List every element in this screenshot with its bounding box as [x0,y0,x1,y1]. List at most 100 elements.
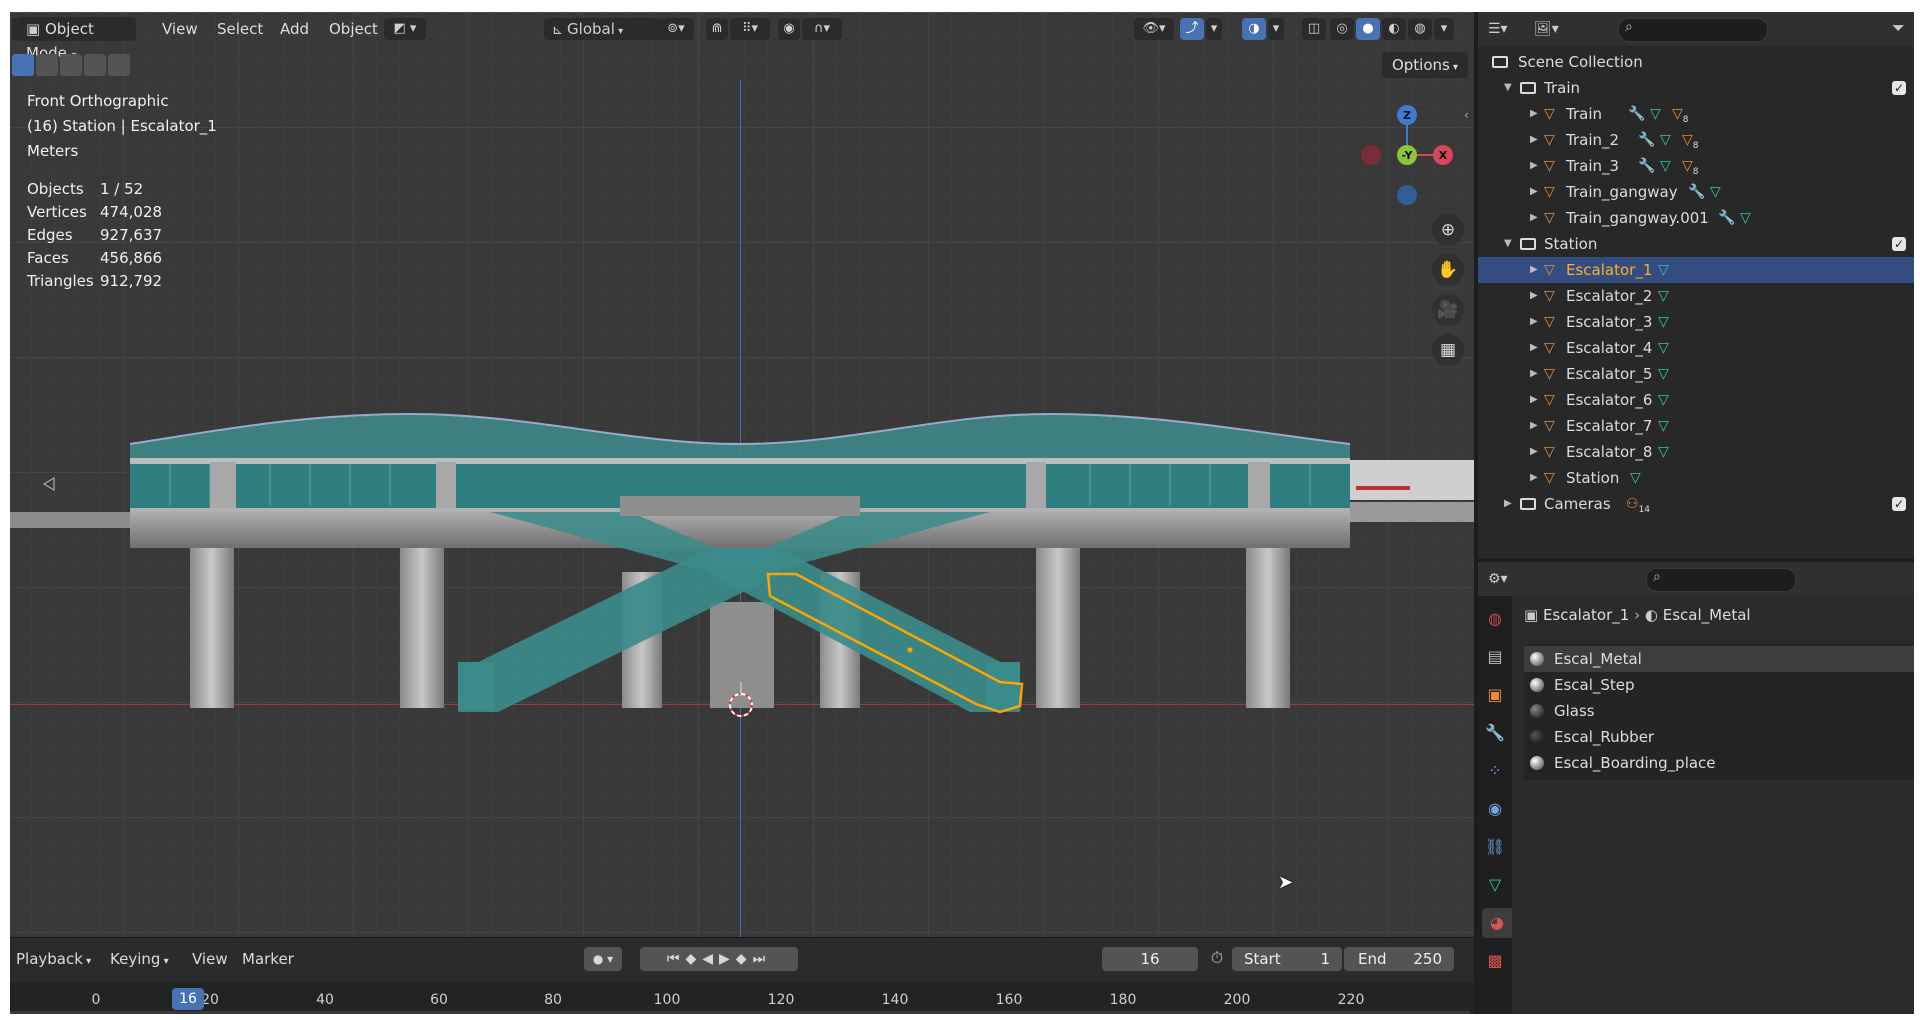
collapsed-triangle-icon[interactable]: ▶ [1530,127,1538,153]
material-slot[interactable]: Glass [1524,698,1914,724]
next-keyframe-icon[interactable]: ◆ [736,951,753,967]
exclude-checkbox[interactable]: ✓ [1892,81,1906,95]
mesh-data-icon[interactable]: ▽ [1658,413,1669,439]
physics-tab-icon[interactable]: ◉ [1482,794,1508,824]
object-row[interactable]: ▶ ▽ Escalator_6 ▽ [1478,387,1914,413]
navigation-gizmo[interactable]: Z -Y X [1350,98,1464,212]
expand-triangle-icon[interactable]: ▼ [1504,231,1512,257]
collapsed-triangle-icon[interactable]: ▶ [1504,491,1512,517]
end-frame-field[interactable]: End 250 [1344,947,1454,971]
object-row[interactable]: ▶ ▽ Station ▽ [1478,465,1914,491]
camera-objects-icon[interactable]: ⚇14 [1626,491,1650,523]
camera-view-icon[interactable]: 🎥 [1432,294,1464,326]
mesh-data-icon[interactable]: ▽ [1650,101,1661,127]
current-frame-field[interactable]: 16 [1102,947,1198,971]
mesh-data-icon[interactable]: ▽ [1658,439,1669,465]
menu-view[interactable]: View [186,947,234,971]
collapsed-triangle-icon[interactable]: ▶ [1530,465,1538,491]
zoom-icon[interactable]: ⊕ [1432,214,1464,246]
collapsed-triangle-icon[interactable]: ▶ [1530,205,1538,231]
modifier-wrench-icon[interactable]: 🔧 [1482,718,1508,748]
wrench-icon[interactable]: 🔧 [1638,153,1655,179]
wrench-icon[interactable]: 🔧 [1628,101,1645,127]
collapsed-triangle-icon[interactable]: ▶ [1530,387,1538,413]
wrench-icon[interactable]: 🔧 [1688,179,1705,205]
jump-end-icon[interactable]: ⏭ [753,951,772,967]
editor-type-icon[interactable]: ☰▾ [1488,18,1526,40]
mesh-data-icon[interactable]: ▽ [1658,361,1669,387]
wrench-icon[interactable]: 🔧 [1638,127,1655,153]
scene-tab-icon[interactable]: ▤ [1482,642,1508,672]
collapsed-triangle-icon[interactable]: ▶ [1530,179,1538,205]
collapsed-triangle-icon[interactable]: ▶ [1530,439,1538,465]
mesh-data-icon[interactable]: ▽ [1658,283,1669,309]
collapsed-triangle-icon[interactable]: ▶ [1530,309,1538,335]
object-row[interactable]: ▶ ▽ Train 🔧 ▽ ▽8 [1478,101,1914,127]
material-slot[interactable]: Escal_Step [1524,672,1914,698]
scene-collection-row[interactable]: Scene Collection [1478,49,1914,75]
material-tab-icon[interactable]: ◕ [1482,908,1512,938]
particles-tab-icon[interactable]: ⁘ [1482,756,1508,786]
collapsed-triangle-icon[interactable]: ▶ [1530,283,1538,309]
record-icon[interactable]: ● ▾ [584,947,622,971]
object-row[interactable]: ▶ ▽ Train_gangway.001 🔧 ▽ [1478,205,1914,231]
object-row[interactable]: ▶ ▽ Train_2 🔧 ▽ ▽8 [1478,127,1914,153]
ortho-grid-icon[interactable]: ▦ [1432,334,1464,366]
collapsed-triangle-icon[interactable]: ▶ [1530,335,1538,361]
object-row[interactable]: ▶ ▽ Escalator_3 ▽ [1478,309,1914,335]
wrench-icon[interactable]: 🔧 [1718,205,1735,231]
material-slot[interactable]: Escal_Rubber [1524,724,1914,750]
constraints-tab-icon[interactable]: ⛓ [1482,832,1508,862]
menu-playback[interactable]: Playback ▾ [10,947,97,971]
object-row[interactable]: ▶ ▽ Escalator_8 ▽ [1478,439,1914,465]
mesh-data-icon[interactable]: ▽ [1660,153,1671,179]
collapsed-triangle-icon[interactable]: ▶ [1530,257,1538,283]
display-mode-icon[interactable]: 🖼▾ [1534,18,1574,40]
mesh-data-icon[interactable]: ▽ [1658,257,1669,283]
exclude-checkbox[interactable]: ✓ [1892,497,1906,511]
editor-type-icon[interactable]: ⚙▾ [1488,568,1526,590]
exclude-checkbox[interactable]: ✓ [1892,237,1906,251]
3d-viewport[interactable]: ▣ Object Mode ▾ View Select Add Object ◩… [10,12,1474,937]
frame-ruler[interactable]: 0 20 40 60 80 100 120 140 160 180 200 22… [10,982,1474,1014]
mesh-data-icon[interactable]: ▽ [1710,179,1721,205]
material-slot[interactable]: Escal_Metal [1524,646,1914,672]
object-row[interactable]: ▶ ▽ Escalator_5 ▽ [1478,361,1914,387]
stopwatch-icon[interactable]: ⏱ [1206,948,1228,970]
mesh-data-tab-icon[interactable]: ▽ [1482,870,1508,900]
object-row[interactable]: ▶ ▽ Escalator_7 ▽ [1478,413,1914,439]
play-reverse-icon[interactable]: ◀ [702,951,719,967]
mesh-data-icon[interactable]: ▽ [1660,127,1671,153]
collapsed-triangle-icon[interactable]: ▶ [1530,101,1538,127]
object-row[interactable]: ▶ ▽ Train_gangway 🔧 ▽ [1478,179,1914,205]
object-row[interactable]: ▶ ▽ Escalator_2 ▽ [1478,283,1914,309]
mesh-data-icon[interactable]: ▽ [1658,309,1669,335]
properties-search-input[interactable]: ⌕ [1646,568,1796,592]
collapsed-triangle-icon[interactable]: ▶ [1530,413,1538,439]
jump-start-icon[interactable]: ⏮ [667,951,686,967]
playhead[interactable]: 16 [172,988,204,1010]
scene-render[interactable] [10,12,1474,937]
mesh-data-icon[interactable]: ▽ [1630,465,1641,491]
prev-keyframe-icon[interactable]: ◆ [685,951,702,967]
object-tab-icon[interactable]: ▣ [1482,680,1508,710]
expand-triangle-icon[interactable]: ▼ [1504,75,1512,101]
collection-row[interactable]: ▼ Train ✓ [1478,75,1914,101]
collection-row[interactable]: ▼ Station ✓ [1478,231,1914,257]
collection-row[interactable]: ▶ Cameras ⚇14 ✓ [1478,491,1914,517]
chevron-left-icon[interactable]: ‹ [1464,108,1474,122]
mesh-data-icon[interactable]: ▽ [1740,205,1751,231]
collapsed-triangle-icon[interactable]: ▶ [1530,153,1538,179]
playback-controls[interactable]: ⏮◆◀▶◆⏭ [640,947,798,971]
play-icon[interactable]: ▶ [719,951,736,967]
material-slot[interactable]: Escal_Boarding_place [1524,750,1914,776]
tool-tab-icon[interactable]: ◍ [1482,604,1508,634]
object-row-selected[interactable]: ▶ ▽ Escalator_1 ▽ [1478,257,1914,283]
outliner-search-input[interactable]: ⌕ [1618,18,1768,42]
object-row[interactable]: ▶ ▽ Train_3 🔧 ▽ ▽8 [1478,153,1914,179]
menu-keying[interactable]: Keying ▾ [104,947,175,971]
texture-tab-icon[interactable]: ▩ [1482,946,1508,976]
collapsed-triangle-icon[interactable]: ▶ [1530,361,1538,387]
start-frame-field[interactable]: Start 1 [1232,947,1342,971]
menu-marker[interactable]: Marker [236,947,300,971]
